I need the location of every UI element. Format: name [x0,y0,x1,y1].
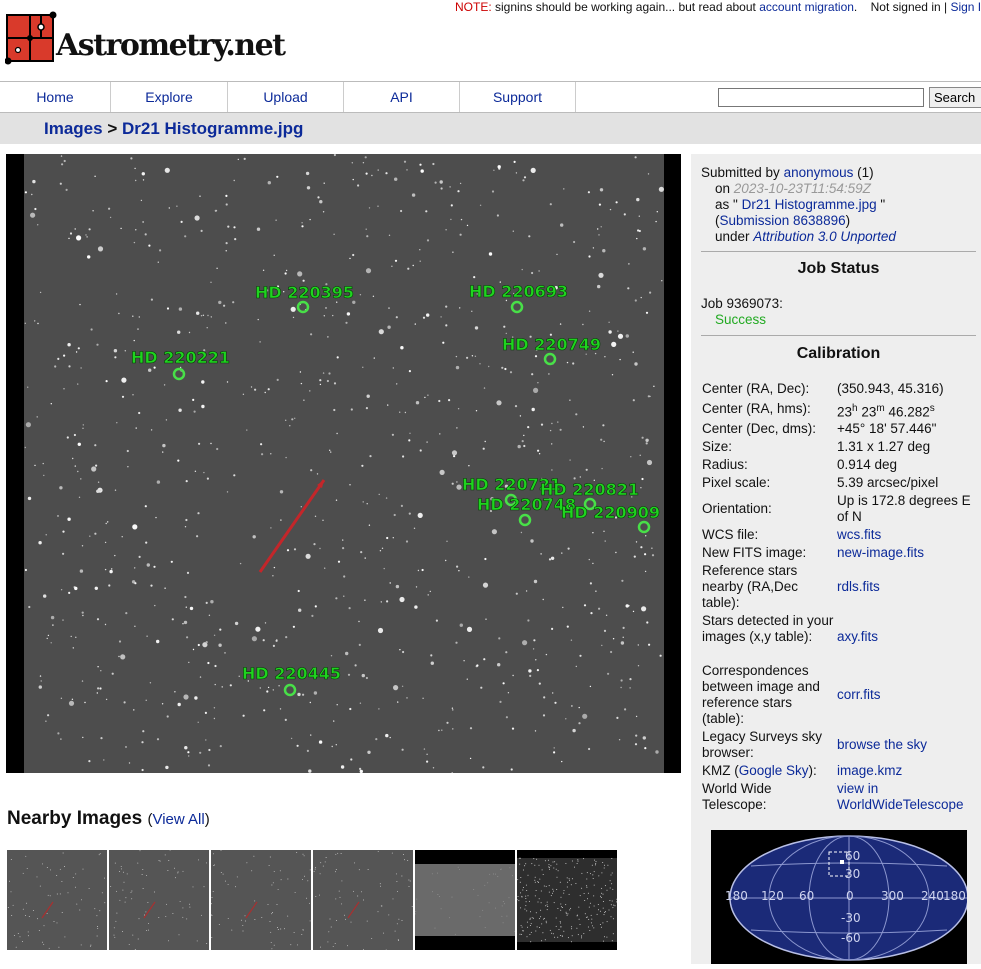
nearby-thumbnail[interactable] [415,850,515,950]
submitted-by-line: Submitted by anonymous (1) [701,165,874,181]
breadcrumb-bar: Images > Dr21 Histogramme.jpg [0,113,981,144]
nav-home[interactable]: Home [0,82,111,112]
nearby-thumbnail[interactable] [313,850,413,950]
google-sky-link[interactable]: Google Sky [739,763,809,778]
job-status-heading: Job Status [701,260,976,278]
rdls-link[interactable]: rdls.fits [837,579,977,595]
corr-link[interactable]: corr.fits [837,687,977,703]
sky-ra-tick: 120 [761,889,784,903]
job-status-value: Success [715,312,766,327]
breadcrumb-images[interactable]: Images [44,119,103,138]
new-fits-link[interactable]: new-image.fits [837,545,977,561]
wcs-file-link[interactable]: wcs.fits [837,527,977,543]
annotated-star-image[interactable]: HD 220395 HD 220693 HD 220221 HD 220749 … [6,154,681,773]
kmz-link[interactable]: image.kmz [837,763,977,779]
star-label: HD 220395 [255,283,354,302]
star-label: HD 220909 [561,503,660,522]
submission-link[interactable]: Submission 8638896 [720,213,846,228]
original-filename-link[interactable]: Dr21 Histogramme.jpg [742,197,877,212]
nearby-images-heading: Nearby Images (View All) [7,808,210,830]
image-info-sidebar: Submitted by anonymous (1) on 2023-10-23… [691,154,981,964]
sky-dec-tick: 60 [845,849,860,863]
search-input[interactable] [718,88,924,107]
nearby-thumbnail[interactable] [517,850,617,950]
sky-dec-tick: -60 [841,931,861,945]
nav-upload[interactable]: Upload [228,82,344,112]
legacy-surveys-link[interactable]: browse the sky [837,737,977,753]
license-line: under Attribution 3.0 Unported [715,229,896,245]
wwt-link[interactable]: view in WorldWideTelescope [837,781,977,813]
view-all-link[interactable]: View All [152,811,204,828]
nearby-thumbnail[interactable] [109,850,209,950]
star-field: HD 220395 HD 220693 HD 220221 HD 220749 … [6,154,681,773]
star-label: HD 220693 [469,282,568,301]
sky-dec-tick: -30 [841,911,861,925]
star-label: HD 220445 [242,664,341,683]
star-label: HD 220749 [502,335,601,354]
nav-support[interactable]: Support [460,82,576,112]
nearby-thumbnail[interactable] [7,850,107,950]
submitter-link[interactable]: anonymous [784,165,854,180]
search-button[interactable]: Search [929,87,981,108]
submission-date: 2023-10-23T11:54:59Z [734,181,871,196]
star-label: HD 220221 [131,348,230,367]
nav-explore[interactable]: Explore [111,82,228,112]
breadcrumb-separator: > [107,119,117,138]
sky-ra-tick: 180 [943,889,966,903]
account-migration-link[interactable]: account migration [759,0,854,14]
submitted-on-line: on 2023-10-23T11:54:59Z [715,181,871,197]
breadcrumb-current[interactable]: Dr21 Histogramme.jpg [122,119,303,138]
sky-ra-tick: 180 [725,889,748,903]
license-link[interactable]: Attribution 3.0 Unported [753,229,896,244]
axy-link[interactable]: axy.fits [837,629,977,645]
sky-ra-tick: 0 [846,889,854,903]
breadcrumb: Images > Dr21 Histogramme.jpg [44,119,303,139]
sky-ra-tick: 60 [799,889,814,903]
notice-label: NOTE: [455,0,492,14]
site-notice: NOTE: signins should be working again...… [455,0,981,14]
notice-message: signins should be working again... but r… [495,0,756,14]
sky-location-map: 180 120 60 0 300 240 180 60 30 -30 -60 [711,830,967,964]
logo-text: Astrometry.net [56,28,285,63]
site-logo[interactable]: Astrometry.net [5,10,245,70]
sky-ra-tick: 240 [921,889,944,903]
auth-status: Not signed in | [871,0,948,14]
job-id: Job 9369073: [701,296,783,311]
divider [701,251,976,252]
submitted-as-line: as " Dr21 Histogramme.jpg " [715,197,885,213]
submission-id-line: (Submission 8638896) [715,213,850,229]
sky-dec-tick: 30 [845,867,860,881]
main-nav: Home Explore Upload API Support Search [0,81,981,113]
sign-in-link[interactable]: Sign In [950,0,981,14]
nearby-thumbnail[interactable] [211,850,311,950]
calibration-heading: Calibration [701,345,976,363]
divider [701,335,976,336]
sky-ra-tick: 300 [881,889,904,903]
nav-api[interactable]: API [344,82,460,112]
